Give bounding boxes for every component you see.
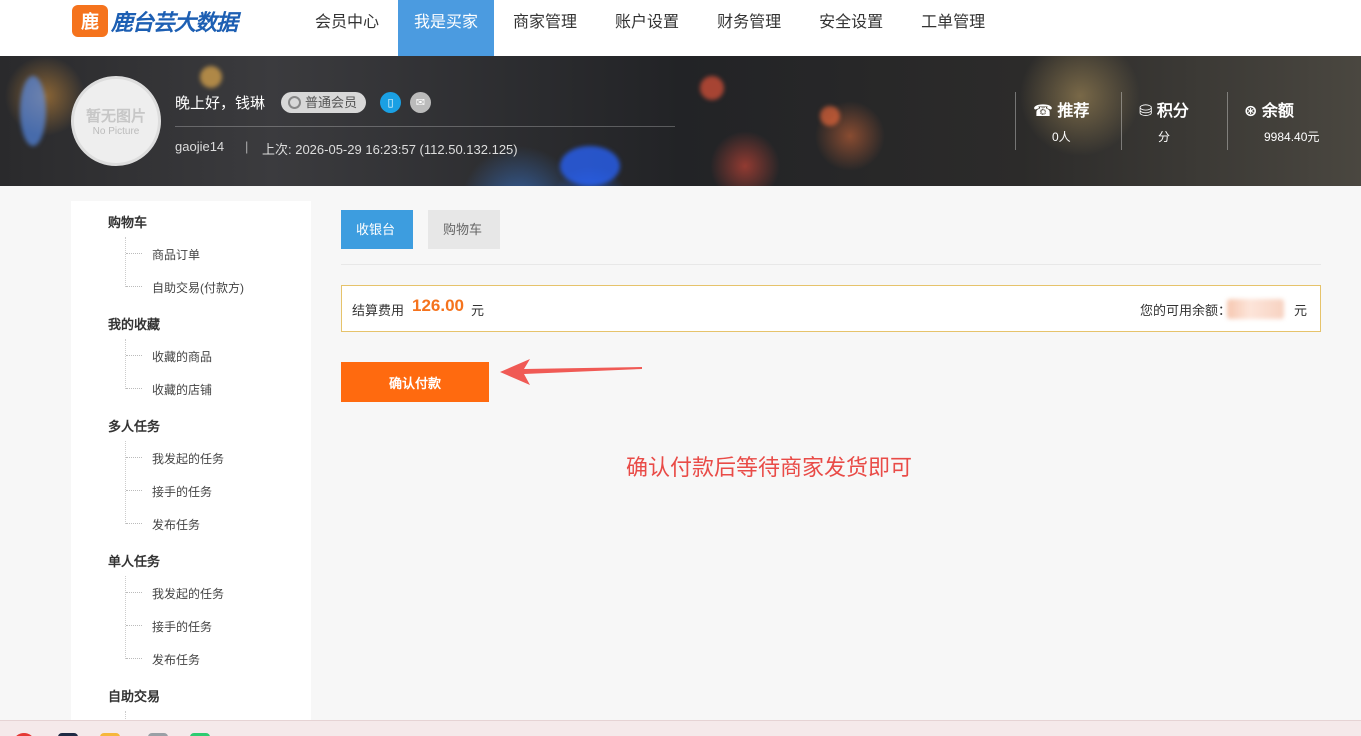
coins-icon: ⛁ [1139,103,1153,120]
tree-tick [126,658,142,659]
sidebar-group-favorites: 我的收藏 [108,317,161,332]
annotation-arrow-icon [500,359,642,385]
sidebar-item-single-initiated[interactable]: 我发起的任务 [152,585,224,602]
tree-line [125,441,126,524]
site-logo[interactable]: 鹿 鹿台芸大数据 [72,4,238,38]
balance-icon: ⊛ [1244,103,1258,120]
sidebar-item-single-accepted[interactable]: 接手的任务 [152,618,212,635]
bokeh-light [20,76,46,146]
info-separator: | [245,139,249,154]
nav-buyer[interactable]: 我是买家 [398,0,495,56]
stat-points-value: 分 [1158,130,1171,144]
tree-tick [126,457,142,458]
confirm-payment-button[interactable]: 确认付款 [341,362,489,402]
settlement-amount: 126.00 [412,296,464,315]
tree-tick [126,625,142,626]
phone-verified-icon[interactable]: ▯ [380,92,401,113]
last-login-info: 上次: 2026-05-29 16:23:57 (112.50.132.125) [262,142,518,157]
sidebar-group-self-trade: 自助交易 [108,689,161,704]
tree-tick [126,286,142,287]
bokeh-light [820,106,840,126]
email-icon[interactable]: ✉ [410,92,431,113]
sidebar-group-single-tasks: 单人任务 [108,554,161,569]
sidebar-item-multi-publish[interactable]: 发布任务 [152,516,200,533]
member-level-icon [288,96,301,109]
nav-finance[interactable]: 财务管理 [698,0,800,56]
stat-points-label: 积分 [1156,103,1189,120]
settlement-unit: 元 [471,303,485,318]
stat-balance-label: 余额 [1261,103,1294,120]
tree-tick [126,355,142,356]
sidebar-group-cart: 购物车 [108,215,148,230]
tree-tick [126,490,142,491]
tree-tick [126,592,142,593]
avatar-placeholder-subtext: No Picture [92,126,140,137]
stat-points-title: ⛁ 积分 [1139,97,1189,121]
stat-referrals-label: 推荐 [1057,103,1090,120]
tab-cart[interactable]: 购物车 [428,210,500,249]
top-nav-bar: 鹿 鹿台芸大数据 会员中心 我是买家 商家管理 账户设置 财务管理 安全设置 工… [0,0,1361,56]
deer-logo-icon: 鹿 [72,5,108,37]
sidebar-item-single-publish[interactable]: 发布任务 [152,651,200,668]
username: gaojie14 [175,139,225,154]
avatar-placeholder-text: 暂无图片 [85,108,146,125]
sidebar-item-multi-accepted[interactable]: 接手的任务 [152,483,212,500]
sidebar-item-favorite-shops[interactable]: 收藏的店铺 [152,381,212,398]
stat-referrals-title: ☎ 推荐 [1033,97,1089,121]
tree-tick [126,388,142,389]
stat-balance-value: 9984.40元 [1264,130,1320,144]
nav-merchant[interactable]: 商家管理 [494,0,596,56]
stat-points[interactable]: ⛁ 积分 分 [1121,92,1227,150]
payment-summary-box: 结算费用 126.00 元 您的可用余额： 元 [341,285,1321,332]
tab-divider [341,264,1321,265]
nav-member-center[interactable]: 会员中心 [296,0,398,56]
sidebar-item-multi-initiated[interactable]: 我发起的任务 [152,450,224,467]
profile-banner: 暂无图片 No Picture 晚上好，钱琳 普通会员 ▯ ✉ gaojie14… [0,56,1361,186]
member-level-badge: 普通会员 [281,92,367,113]
profile-divider [175,126,675,127]
nav-tickets[interactable]: 工单管理 [902,0,1004,56]
available-balance-unit: 元 [1293,303,1307,318]
sidebar-item-self-trade-payer[interactable]: 自助交易(付款方) [152,279,244,296]
stat-referrals-value: 0人 [1052,130,1071,144]
annotation-text: 确认付款后等待商家发货即可 [626,455,913,480]
available-balance-label: 您的可用余额： [1139,303,1231,318]
stat-balance[interactable]: ⊛ 余额 9984.40元 [1227,92,1337,150]
stat-balance-title: ⊛ 余额 [1244,97,1294,121]
tree-tick [126,253,142,254]
tree-tick [126,523,142,524]
sidebar-group-multi-tasks: 多人任务 [108,419,161,434]
available-balance-redacted [1227,299,1284,319]
main-nav: 会员中心 我是买家 商家管理 账户设置 财务管理 安全设置 工单管理 [296,0,1004,56]
logo-text: 鹿台芸大数据 [111,10,238,35]
os-taskbar [0,720,1361,736]
sidebar: 购物车 商品订单 自助交易(付款方) 我的收藏 收藏的商品 收藏的店铺 多人任务… [71,201,311,721]
settlement-label: 结算费用 [352,303,405,318]
stat-referrals[interactable]: ☎ 推荐 0人 [1015,92,1120,150]
phone-icon: ☎ [1033,103,1053,120]
member-level-label: 普通会员 [305,95,358,110]
bokeh-light [200,66,222,88]
nav-account-settings[interactable]: 账户设置 [596,0,698,56]
greeting: 晚上好，钱琳 [175,95,266,112]
sidebar-item-favorite-products[interactable]: 收藏的商品 [152,348,212,365]
bokeh-light [700,76,724,100]
tree-line [125,576,126,659]
nav-security[interactable]: 安全设置 [800,0,902,56]
tree-line [125,339,126,389]
avatar[interactable]: 暂无图片 No Picture [71,76,161,166]
tree-line [125,237,126,287]
sidebar-item-product-orders[interactable]: 商品订单 [152,246,200,263]
bokeh-light [560,146,620,186]
tab-cashier[interactable]: 收银台 [341,210,413,249]
